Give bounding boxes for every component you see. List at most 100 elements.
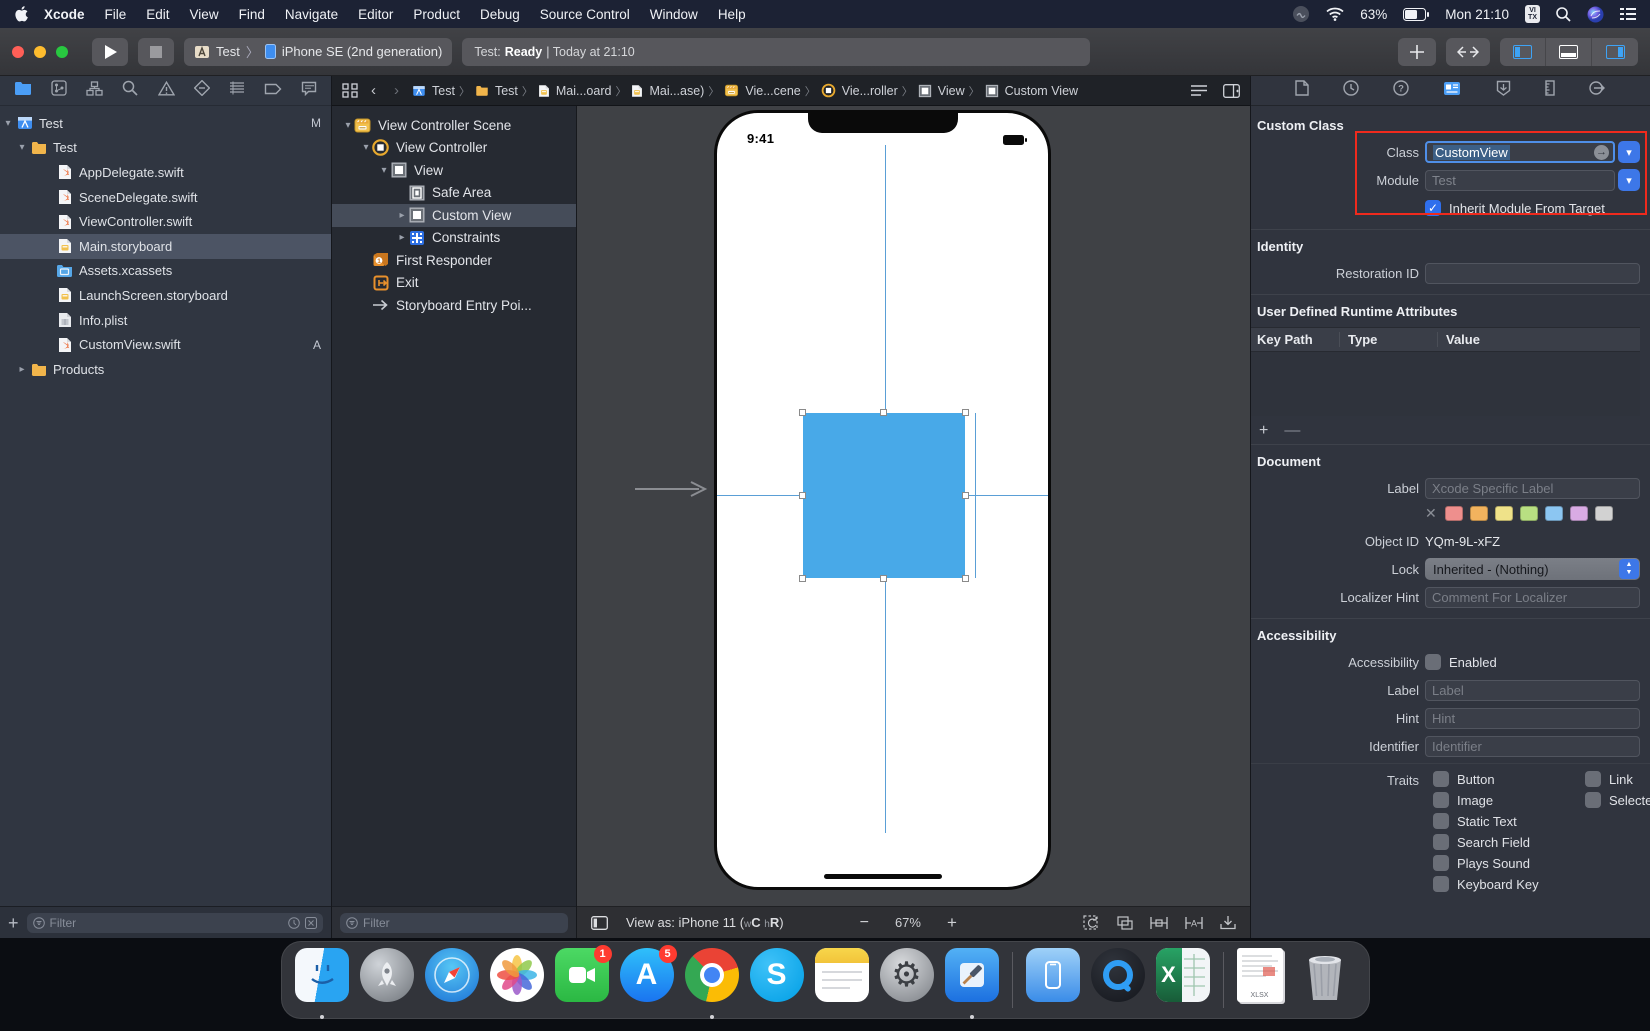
creative-cloud-icon[interactable] [1292,5,1310,23]
disclosure-triangle[interactable]: ▾ [16,142,28,153]
menu-xcode[interactable]: Xcode [34,7,95,22]
breadcrumb-1[interactable]: Test [474,84,518,98]
inspector-toggle[interactable] [1592,38,1638,66]
menu-find[interactable]: Find [229,7,275,22]
navigator-row-main-storyboard[interactable]: Main.storyboard [0,234,331,259]
resize-handle-bm[interactable] [880,575,887,582]
source-control-navigator-tab[interactable] [51,80,67,101]
find-navigator-tab[interactable] [122,80,138,101]
menu-file[interactable]: File [95,7,137,22]
navigator-row-assets-xcassets[interactable]: Assets.xcassets [0,259,331,284]
dock-item-trash[interactable] [1301,948,1357,1012]
trait-checkbox-button[interactable] [1433,771,1449,787]
disclosure-triangle[interactable]: ▾ [2,118,14,129]
menu-source-control[interactable]: Source Control [530,7,640,22]
breadcrumb-0[interactable]: Test [411,83,455,99]
attributes-inspector-tab[interactable] [1496,80,1511,101]
trait-checkbox-keyboard-key[interactable] [1433,876,1449,892]
navigator-row-customview-swift[interactable]: CustomView.swiftA [0,332,331,357]
navigator-row-group[interactable]: ▾Test [0,136,331,161]
breadcrumb-6[interactable]: View [917,83,965,99]
notification-center-icon[interactable] [1620,8,1636,21]
debug-navigator-tab[interactable] [229,81,245,100]
disclosure-triangle[interactable]: ▸ [396,210,408,221]
dock-item-simulator[interactable] [1025,948,1081,1012]
trait-checkbox-link[interactable] [1585,771,1601,787]
scheme-selector[interactable]: Test 〉 iPhone SE (2nd generation) [184,38,452,66]
resize-handle-mr[interactable] [962,492,969,499]
disclosure-triangle[interactable]: ▸ [396,232,408,243]
add-constraints-icon[interactable]: A [1185,916,1203,930]
outline-row-view-controller[interactable]: ▾View Controller [332,137,576,160]
outline-row-custom-view[interactable]: ▸Custom View [332,204,576,227]
disclosure-triangle[interactable]: ▸ [16,364,28,375]
test-navigator-tab[interactable] [194,80,210,101]
inherit-module-checkbox[interactable]: ✓ [1425,200,1441,216]
quick-help-inspector-tab[interactable]: ? [1393,80,1409,101]
disclosure-triangle[interactable]: ▾ [378,165,390,176]
source-control-filter-icon[interactable] [305,917,317,929]
run-button[interactable] [92,38,128,66]
outline-filter-input[interactable] [363,916,562,930]
dock-item-notes[interactable] [814,948,870,1012]
disclosure-triangle[interactable]: ▾ [360,142,372,153]
connections-inspector-tab[interactable] [1589,80,1606,101]
navigator-row-launchscreen-storyboard[interactable]: LaunchScreen.storyboard [0,283,331,308]
jump-to-class-icon[interactable]: → [1594,145,1609,160]
window-close-button[interactable] [12,46,24,58]
navigator-row-scenedelegate-swift[interactable]: SceneDelegate.swift [0,185,331,210]
localizer-hint-field[interactable] [1425,587,1640,608]
add-file-button[interactable]: + [8,914,19,932]
trait-checkbox-plays-sound[interactable] [1433,855,1449,871]
update-frames-icon[interactable] [1083,915,1100,930]
report-navigator-tab[interactable] [301,81,317,101]
navigator-row-viewcontroller-swift[interactable]: ViewController.swift [0,209,331,234]
color-swatch-6[interactable] [1595,506,1613,521]
disclosure-triangle[interactable]: ▾ [342,120,354,131]
dock-item-facetime[interactable]: 1 [554,948,610,1012]
dock-item-finder[interactable] [294,948,350,1012]
file-inspector-tab[interactable] [1295,80,1309,101]
accessibility-label-field[interactable] [1425,680,1640,701]
color-swatch-0[interactable] [1445,506,1463,521]
view-as-control[interactable]: View as: iPhone 11 (wC hR) [626,915,784,930]
class-dropdown-button[interactable]: ▾ [1618,141,1640,163]
menu-debug[interactable]: Debug [470,7,530,22]
storyboard-entry-arrow[interactable] [635,480,711,503]
column-key-path[interactable]: Key Path [1251,332,1339,347]
restoration-id-field[interactable] [1425,263,1640,284]
accessibility-identifier-field[interactable] [1425,736,1640,757]
menu-edit[interactable]: Edit [136,7,179,22]
module-field[interactable]: Test [1425,170,1615,191]
canvas-area[interactable]: 9:41 [577,106,1250,906]
outline-row-view[interactable]: ▾View [332,159,576,182]
breadcrumb-3[interactable]: Mai...ase) [630,83,704,99]
outline-row-first-responder[interactable]: 1First Responder [332,249,576,272]
breadcrumb-2[interactable]: Mai...oard [537,83,612,99]
dock-item-system-preferences[interactable]: ⚙ [879,948,935,1012]
add-attribute-button[interactable]: + [1259,422,1268,440]
device-bezel-toggle-icon[interactable] [591,916,608,930]
dock-item-photos[interactable] [489,948,545,1012]
dock-item-skype[interactable]: S [749,948,805,1012]
siri-icon[interactable] [1587,6,1604,23]
project-navigator-tab[interactable] [14,81,32,101]
custom-view-rect[interactable] [803,413,965,578]
outline-row-safe-area[interactable]: Safe Area [332,182,576,205]
breadcrumb-7[interactable]: Custom View [984,83,1078,99]
dock-item-safari[interactable] [424,948,480,1012]
color-swatch-2[interactable] [1495,506,1513,521]
input-source-icon[interactable]: VITX [1525,5,1540,24]
navigator-row-products[interactable]: ▸Products [0,357,331,382]
navigator-filter-field[interactable] [27,913,323,933]
recent-files-icon[interactable] [288,917,300,929]
resize-handle-br[interactable] [962,575,969,582]
library-add-button[interactable] [1398,38,1436,66]
debug-area-toggle[interactable] [1546,38,1592,66]
navigator-row-project[interactable]: ▾TestM [0,111,331,136]
outline-row-storyboard-entry-poi-[interactable]: Storyboard Entry Poi... [332,294,576,317]
size-inspector-tab[interactable] [1545,80,1555,101]
dock-item-quicktime[interactable] [1090,948,1146,1012]
resize-handle-tr[interactable] [962,409,969,416]
dock-item-appstore[interactable]: A5 [619,948,675,1012]
